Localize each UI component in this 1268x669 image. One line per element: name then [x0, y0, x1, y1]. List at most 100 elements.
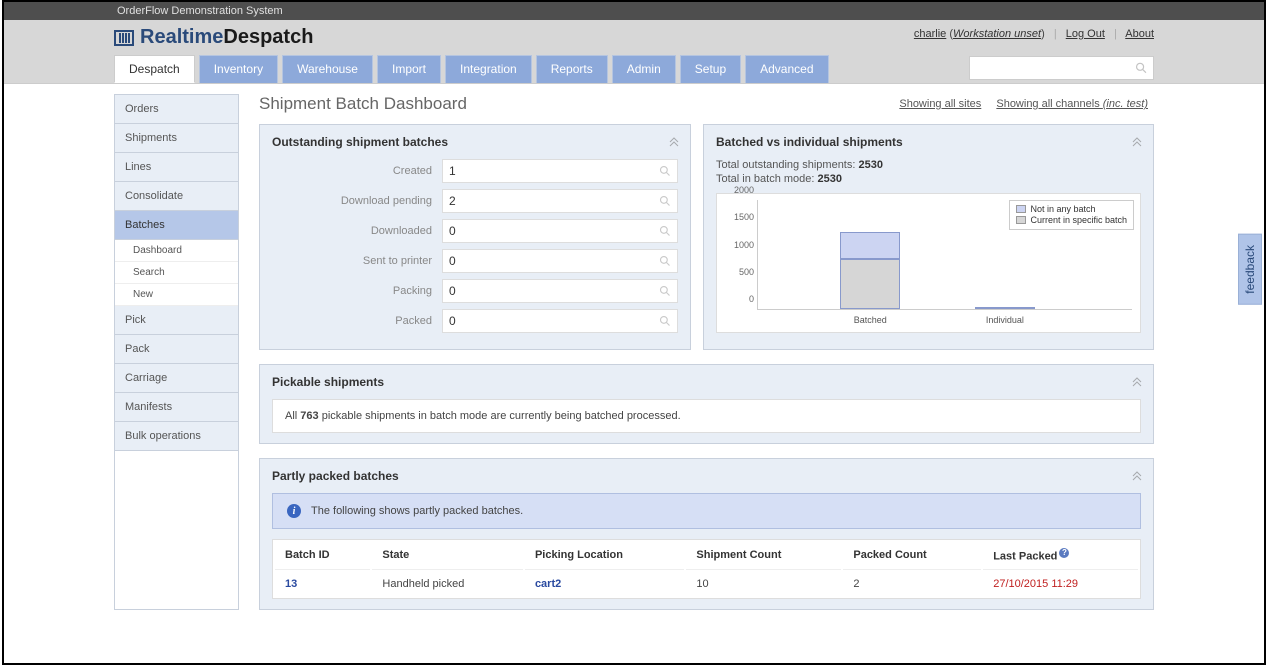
stat-value[interactable]: 2: [442, 189, 678, 213]
y-tick: 1500: [734, 212, 758, 222]
page-title: Shipment Batch Dashboard: [259, 94, 467, 114]
stat-label: Packed: [272, 315, 442, 327]
stat-label: Created: [272, 165, 442, 177]
batch-id-link[interactable]: 13: [285, 578, 297, 590]
magnify-icon[interactable]: [659, 165, 671, 177]
search-icon[interactable]: [1135, 61, 1147, 75]
logout-link[interactable]: Log Out: [1066, 28, 1105, 40]
sidebar-item-manifests[interactable]: Manifests: [115, 393, 238, 422]
partly-panel: Partly packed batches i The following sh…: [259, 458, 1154, 610]
sidebar-item-bulk-operations[interactable]: Bulk operations: [115, 422, 238, 451]
batched-vs-panel: Batched vs individual shipments Total ou…: [703, 124, 1154, 350]
stat-row: Sent to printer0: [272, 249, 678, 273]
system-banner: OrderFlow Demonstration System: [117, 5, 1157, 17]
magnify-icon[interactable]: [659, 195, 671, 207]
last-packed-cell: 27/10/2015 11:29: [993, 578, 1078, 590]
sidebar-sub-new[interactable]: New: [115, 284, 238, 306]
stat-value[interactable]: 1: [442, 159, 678, 183]
sidebar: OrdersShipmentsLinesConsolidateBatchesDa…: [114, 94, 239, 610]
sidebar-sub-search[interactable]: Search: [115, 262, 238, 284]
stat-row: Packing0: [272, 279, 678, 303]
packed-count-cell: 2: [843, 572, 981, 596]
sidebar-item-batches[interactable]: Batches: [115, 211, 238, 240]
chart: Not in any batch Current in specific bat…: [716, 193, 1141, 333]
tab-advanced[interactable]: Advanced: [745, 55, 828, 83]
tab-import[interactable]: Import: [377, 55, 441, 83]
collapse-icon[interactable]: [1131, 469, 1143, 481]
total-batch-mode: Total in batch mode: 2530: [716, 173, 1141, 185]
tab-warehouse[interactable]: Warehouse: [282, 55, 373, 83]
tab-inventory[interactable]: Inventory: [199, 55, 278, 83]
collapse-icon[interactable]: [1131, 375, 1143, 387]
partly-title: Partly packed batches: [272, 469, 1141, 483]
stat-row: Created1: [272, 159, 678, 183]
sidebar-item-carriage[interactable]: Carriage: [115, 364, 238, 393]
logo-text-despatch: Despatch: [223, 26, 313, 48]
logo-icon: [114, 30, 134, 46]
collapse-icon[interactable]: [1131, 135, 1143, 147]
pickable-message: All 763 pickable shipments in batch mode…: [272, 399, 1141, 433]
y-tick: 0: [749, 294, 758, 304]
logo-text-realtime: Realtime: [140, 26, 223, 48]
scope-links: Showing all sites Showing all channels (…: [899, 98, 1148, 110]
tab-despatch[interactable]: Despatch: [114, 55, 195, 83]
col-header: Picking Location: [525, 542, 684, 570]
batch-table: Batch IDStatePicking LocationShipment Co…: [272, 539, 1141, 599]
col-header: Last Packed?: [983, 542, 1138, 570]
magnify-icon[interactable]: [659, 255, 671, 267]
about-link[interactable]: About: [1125, 28, 1154, 40]
magnify-icon[interactable]: [659, 315, 671, 327]
stat-value[interactable]: 0: [442, 309, 678, 333]
total-outstanding: Total outstanding shipments: 2530: [716, 159, 1141, 171]
table-row: 13 Handheld picked cart2 10 2 27/10/2015…: [275, 572, 1138, 596]
stat-label: Packing: [272, 285, 442, 297]
feedback-tab[interactable]: feedback: [1238, 234, 1262, 305]
y-tick: 500: [739, 267, 758, 277]
outstanding-panel: Outstanding shipment batches Created1 Dow…: [259, 124, 691, 350]
sidebar-item-pack[interactable]: Pack: [115, 335, 238, 364]
workstation-link[interactable]: Workstation unset: [953, 28, 1041, 40]
col-header: State: [372, 542, 523, 570]
outstanding-title: Outstanding shipment batches: [272, 135, 678, 149]
y-tick: 1000: [734, 240, 758, 250]
sidebar-item-pick[interactable]: Pick: [115, 306, 238, 335]
help-icon[interactable]: ?: [1059, 548, 1069, 558]
search-box[interactable]: [969, 56, 1154, 80]
pickable-panel: Pickable shipments All 763 pickable ship…: [259, 364, 1154, 444]
stat-value[interactable]: 0: [442, 219, 678, 243]
stat-value[interactable]: 0: [442, 249, 678, 273]
col-header: Packed Count: [843, 542, 981, 570]
tab-setup[interactable]: Setup: [680, 55, 741, 83]
search-input[interactable]: [970, 58, 1135, 78]
user-link[interactable]: charlie: [914, 28, 946, 40]
sidebar-sub-dashboard[interactable]: Dashboard: [115, 240, 238, 262]
bar-group: Batched: [840, 232, 900, 310]
x-label: Batched: [840, 315, 900, 325]
stat-row: Downloaded0: [272, 219, 678, 243]
bar-group: Individual: [975, 307, 1035, 309]
stat-value[interactable]: 0: [442, 279, 678, 303]
channels-link[interactable]: Showing all channels (inc. test): [996, 98, 1148, 110]
sidebar-item-lines[interactable]: Lines: [115, 153, 238, 182]
sidebar-item-consolidate[interactable]: Consolidate: [115, 182, 238, 211]
sidebar-item-shipments[interactable]: Shipments: [115, 124, 238, 153]
sites-link[interactable]: Showing all sites: [899, 98, 981, 110]
y-tick: 2000: [734, 185, 758, 195]
magnify-icon[interactable]: [659, 225, 671, 237]
header-links: charlie (Workstation unset) | Log Out | …: [914, 28, 1154, 40]
tab-integration[interactable]: Integration: [445, 55, 532, 83]
magnify-icon[interactable]: [659, 285, 671, 297]
stat-row: Download pending2: [272, 189, 678, 213]
tab-reports[interactable]: Reports: [536, 55, 608, 83]
x-label: Individual: [975, 315, 1035, 325]
sidebar-item-orders[interactable]: Orders: [115, 95, 238, 124]
info-banner: i The following shows partly packed batc…: [272, 493, 1141, 529]
ship-count-cell: 10: [686, 572, 841, 596]
stat-label: Downloaded: [272, 225, 442, 237]
tab-admin[interactable]: Admin: [612, 55, 676, 83]
info-icon: i: [287, 504, 301, 518]
col-header: Shipment Count: [686, 542, 841, 570]
stat-label: Sent to printer: [272, 255, 442, 267]
collapse-icon[interactable]: [668, 135, 680, 147]
location-link[interactable]: cart2: [535, 578, 561, 590]
